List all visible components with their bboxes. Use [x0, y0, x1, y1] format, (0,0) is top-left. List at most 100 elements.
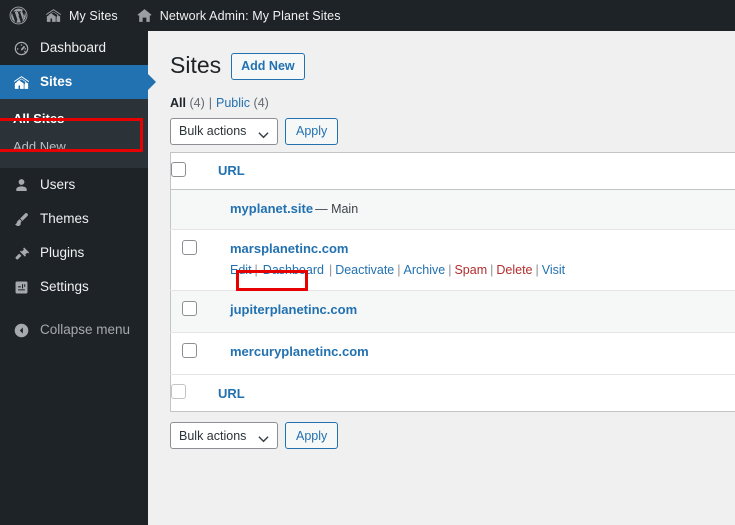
row-checkbox-cell — [171, 189, 219, 230]
select-all-checkbox-top[interactable] — [171, 161, 186, 177]
filter-all[interactable]: All (4) — [170, 96, 205, 110]
sidebar-collapse-menu-label: Collapse menu — [40, 322, 131, 338]
sidebar-item-users-label: Users — [40, 177, 76, 193]
sites-page-wrap: Sites Add New All (4) | Public (4) Bulk … — [148, 31, 735, 450]
row-checkbox[interactable] — [182, 240, 197, 256]
content-area: Sites Add New All (4) | Public (4) Bulk … — [148, 31, 735, 525]
wordpress-logo-icon — [9, 6, 28, 25]
sites-table: URL myplanet.site — Main marsplanetinc.c… — [170, 151, 735, 413]
site-url-link[interactable]: marsplanetinc.com — [230, 241, 349, 256]
apply-button-bottom[interactable]: Apply — [285, 422, 339, 450]
row-action-separator: | — [254, 262, 258, 277]
row-checkbox-cell — [171, 230, 219, 291]
column-header-url-bottom[interactable]: URL — [218, 374, 735, 412]
sidebar-item-dashboard-label: Dashboard — [40, 40, 107, 56]
page-header: Sites Add New — [170, 45, 735, 85]
network-sites-icon — [45, 7, 62, 24]
filter-separator: | — [208, 95, 212, 110]
collapse-arrow-icon — [11, 320, 31, 340]
sidebar-item-dashboard[interactable]: Dashboard — [0, 31, 148, 65]
site-main-label: — Main — [315, 201, 359, 216]
row-action-separator: | — [535, 262, 539, 277]
row-action-separator: | — [490, 262, 494, 277]
row-action-spam[interactable]: Spam — [454, 263, 487, 277]
plug-icon — [11, 243, 31, 263]
row-site-cell: mercuryplanetinc.com — [218, 333, 735, 375]
row-checkbox-cell — [171, 333, 219, 375]
column-header-url-top-label: URL — [218, 163, 245, 179]
filter-all-label[interactable]: All — [170, 96, 186, 110]
sidebar-item-themes[interactable]: Themes — [0, 202, 148, 236]
select-all-checkbox-bottom[interactable] — [171, 384, 186, 400]
filter-public-label[interactable]: Public — [216, 96, 250, 110]
row-site-cell: jupiterplanetinc.com — [218, 291, 735, 333]
row-actions: Edit | Dashboard | Deactivate | Archive | Spam | D… — [230, 262, 735, 280]
tablenav-bottom: Bulk actions Apply — [170, 422, 735, 450]
tablenav-top: Bulk actions Apply — [170, 117, 735, 145]
row-site-cell: marsplanetinc.com Edit | Dashboard | Deactiv… — [218, 230, 735, 291]
sidebar-collapse-menu-button[interactable]: Collapse menu — [0, 313, 148, 347]
site-url-link[interactable]: myplanet.site — [230, 201, 313, 216]
row-action-separator: | — [328, 262, 333, 277]
filter-all-count: (4) — [189, 95, 205, 110]
sidebar-item-all-sites[interactable]: All Sites — [0, 105, 148, 133]
network-sites-icon — [11, 72, 31, 92]
chevron-down-icon — [258, 128, 269, 142]
page-title: Sites — [170, 52, 222, 78]
home-icon — [136, 7, 153, 24]
sidebar-item-sites[interactable]: Sites — [0, 65, 156, 99]
user-icon — [11, 175, 31, 195]
column-header-url-bottom-label: URL — [218, 385, 245, 401]
site-url-link[interactable]: mercuryplanetinc.com — [230, 344, 369, 359]
status-filter-list: All (4) | Public (4) — [170, 96, 735, 110]
sidebar-submenu-sites: All Sites Add New — [0, 99, 148, 169]
bulk-actions-select-bottom-value: Bulk actions — [179, 428, 247, 443]
site-url-link[interactable]: jupiterplanetinc.com — [230, 302, 357, 317]
admin-bar-network-admin-label: Network Admin: My Planet Sites — [159, 8, 341, 23]
paintbrush-icon — [11, 209, 31, 229]
select-all-footer-cell — [170, 374, 218, 412]
add-new-site-button[interactable]: Add New — [231, 53, 305, 81]
row-site-cell: myplanet.site — Main — [218, 189, 735, 230]
row-checkbox[interactable] — [182, 343, 197, 359]
row-action-dashboard[interactable]: Dashboard — [261, 263, 326, 277]
row-action-separator: | — [397, 262, 401, 277]
sidebar-item-plugins-label: Plugins — [40, 245, 85, 261]
sidebar-item-users[interactable]: Users — [0, 168, 148, 202]
table-header-row: URL — [170, 152, 735, 190]
chevron-down-icon — [258, 432, 269, 446]
table-row: mercuryplanetinc.com — [170, 333, 735, 375]
sites-table-foot: URL — [170, 374, 735, 412]
sidebar-item-sites-label: Sites — [40, 74, 73, 90]
sidebar-item-themes-label: Themes — [40, 211, 89, 227]
table-row: myplanet.site — Main — [170, 189, 735, 230]
wordpress-logo-button[interactable] — [0, 0, 36, 31]
admin-bar: My Sites Network Admin: My Planet Sites — [0, 0, 735, 31]
row-action-archive[interactable]: Archive — [404, 263, 446, 277]
table-row: marsplanetinc.com Edit | Dashboard | Deactiv… — [170, 230, 735, 291]
row-action-visit[interactable]: Visit — [542, 263, 565, 277]
filter-public[interactable]: Public (4) — [216, 96, 269, 110]
sidebar-item-settings-label: Settings — [40, 279, 89, 295]
bulk-actions-select-bottom[interactable]: Bulk actions — [170, 422, 278, 450]
table-row: jupiterplanetinc.com — [170, 290, 735, 333]
apply-button-top[interactable]: Apply — [285, 117, 339, 145]
bulk-actions-select-top-value: Bulk actions — [179, 124, 247, 139]
dashboard-gauge-icon — [11, 38, 31, 58]
row-action-edit[interactable]: Edit — [230, 263, 252, 277]
sidebar-item-settings[interactable]: Settings — [0, 270, 148, 304]
settings-sliders-icon — [11, 277, 31, 297]
row-action-delete[interactable]: Delete — [496, 263, 532, 277]
admin-bar-item-network-admin[interactable]: Network Admin: My Planet Sites — [127, 0, 350, 31]
sidebar-item-plugins[interactable]: Plugins — [0, 236, 148, 270]
select-all-header-cell — [170, 152, 218, 190]
filter-public-count: (4) — [253, 95, 269, 110]
bulk-actions-select-top[interactable]: Bulk actions — [170, 117, 278, 145]
column-header-url-top[interactable]: URL — [218, 152, 735, 190]
row-action-deactivate[interactable]: Deactivate — [335, 263, 394, 277]
sidebar-item-add-new-site[interactable]: Add New — [0, 133, 148, 161]
sites-table-body: myplanet.site — Main marsplanetinc.com Ed… — [170, 189, 735, 375]
row-checkbox[interactable] — [182, 301, 197, 317]
admin-bar-my-sites-label: My Sites — [69, 8, 118, 23]
admin-bar-item-my-sites[interactable]: My Sites — [36, 0, 127, 31]
